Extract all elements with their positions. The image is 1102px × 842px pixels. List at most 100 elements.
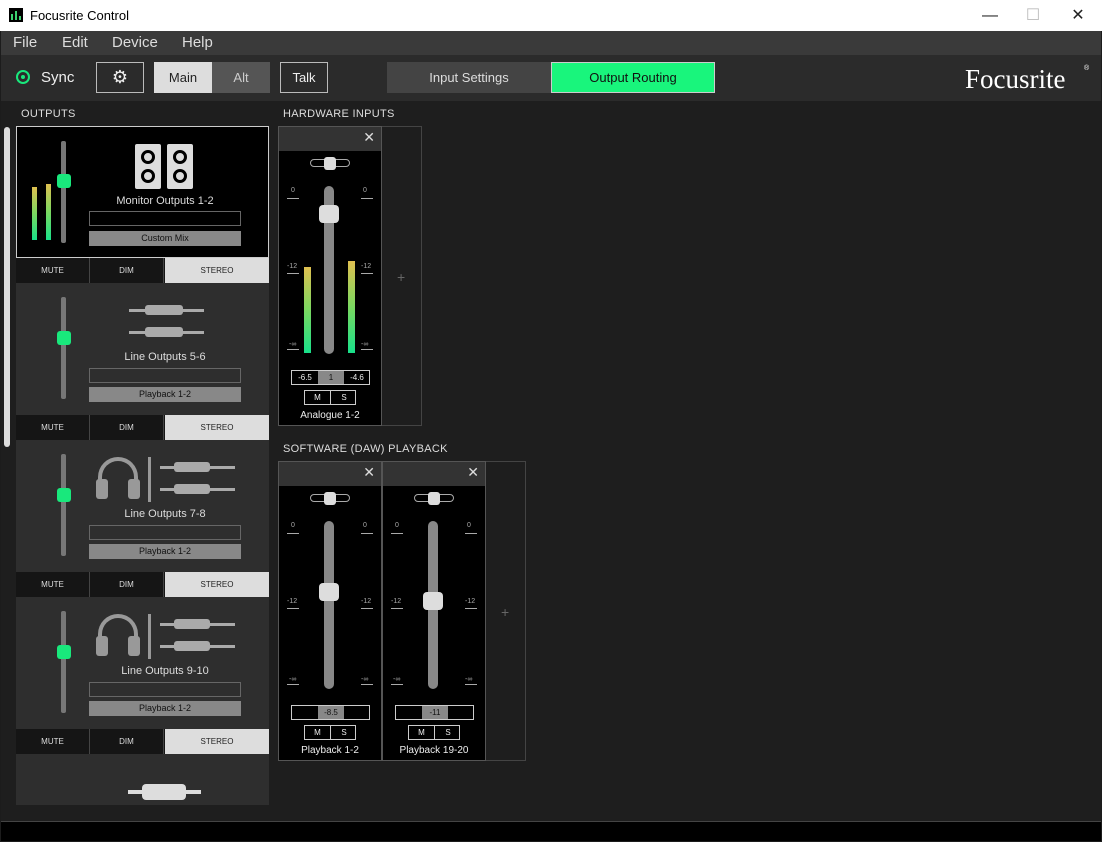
- settings-button[interactable]: ⚙: [96, 62, 144, 93]
- scale-label-bottom: -∞: [289, 341, 297, 348]
- output-name-field[interactable]: [89, 368, 241, 383]
- menu-file[interactable]: File: [13, 34, 37, 51]
- output-source-button[interactable]: Playback 1-2: [89, 387, 241, 402]
- jack-cables-icon: [160, 460, 235, 500]
- dim-button[interactable]: DIM: [90, 572, 164, 597]
- status-bar: [1, 821, 1101, 841]
- close-channel-icon[interactable]: ✕: [363, 464, 375, 481]
- output-name: Line Outputs 7-8: [124, 508, 206, 520]
- output-buttons-line-9-10: MUTE DIM STEREO: [16, 729, 269, 754]
- pan-knob[interactable]: [324, 157, 336, 170]
- jack-cables-icon: [129, 303, 204, 343]
- stereo-button[interactable]: STEREO: [165, 572, 269, 597]
- dim-button[interactable]: DIM: [90, 415, 164, 440]
- output-panel-line-7-8[interactable]: Line Outputs 7-8 Playback 1-2: [16, 440, 269, 572]
- gain-value: -11: [422, 706, 448, 719]
- menu-bar: File Edit Device Help: [1, 31, 1101, 55]
- output-name-field[interactable]: [89, 682, 241, 697]
- tab-output-routing[interactable]: Output Routing: [551, 62, 715, 93]
- gear-icon: ⚙: [111, 67, 129, 87]
- add-channel-icon[interactable]: +: [501, 604, 509, 620]
- output-name: Monitor Outputs 1-2: [116, 195, 214, 207]
- outputs-scrollbar[interactable]: [4, 127, 10, 447]
- mute-button[interactable]: MUTE: [16, 415, 90, 440]
- close-channel-icon[interactable]: ✕: [467, 464, 479, 481]
- scale-label-mid: -12: [361, 263, 372, 270]
- output-volume-knob[interactable]: [57, 488, 71, 502]
- scale-label-mid: -12: [391, 598, 402, 605]
- output-buttons-line-5-6: MUTE DIM STEREO: [16, 415, 269, 440]
- gain-left-value: -6.5: [298, 373, 312, 382]
- talk-button[interactable]: Talk: [280, 62, 328, 93]
- minimize-button[interactable]: —: [967, 0, 1013, 31]
- menu-device[interactable]: Device: [112, 34, 158, 51]
- add-playback-column[interactable]: +: [486, 461, 526, 761]
- main-button[interactable]: Main: [154, 62, 212, 93]
- fader-knob[interactable]: [319, 583, 339, 601]
- playback-channel-19-20: ✕ 0 -12 -∞ 0 -12 -∞ -11 M S Playback 19-…: [382, 461, 486, 761]
- mute-button[interactable]: MUTE: [16, 572, 90, 597]
- menu-edit[interactable]: Edit: [62, 34, 88, 51]
- mute-button[interactable]: M: [305, 391, 331, 404]
- pan-knob[interactable]: [324, 492, 336, 505]
- tab-input-settings[interactable]: Input Settings: [387, 62, 551, 93]
- toolbar: Sync ⚙ Main Alt Talk Input Settings Outp…: [1, 55, 1101, 101]
- dim-button[interactable]: DIM: [90, 258, 164, 283]
- output-panel-line-5-6[interactable]: Line Outputs 5-6 Playback 1-2: [16, 283, 269, 415]
- solo-button[interactable]: S: [435, 726, 461, 739]
- stereo-button[interactable]: STEREO: [165, 415, 269, 440]
- gain-readout: -8.5: [291, 705, 370, 720]
- close-button[interactable]: ✕: [1055, 0, 1101, 31]
- dim-button[interactable]: DIM: [90, 729, 164, 754]
- channel-name: Analogue 1-2: [300, 410, 360, 421]
- menu-help[interactable]: Help: [182, 34, 213, 51]
- fader-knob[interactable]: [423, 592, 443, 610]
- channel-name: Playback 1-2: [301, 745, 359, 756]
- output-volume-track[interactable]: [61, 454, 66, 556]
- channel-header: ✕: [279, 462, 381, 486]
- maximize-button[interactable]: ☐: [1010, 0, 1056, 31]
- output-volume-knob[interactable]: [57, 645, 71, 659]
- gain-value: -8.5: [318, 706, 344, 719]
- mute-button[interactable]: M: [409, 726, 435, 739]
- stereo-button[interactable]: STEREO: [165, 729, 269, 754]
- alt-button[interactable]: Alt: [212, 62, 270, 93]
- output-name: Line Outputs 5-6: [124, 351, 206, 363]
- output-volume-knob[interactable]: [57, 174, 71, 188]
- solo-button[interactable]: S: [331, 726, 357, 739]
- gain-readout: -6.5 1 -4.6: [291, 370, 370, 385]
- output-volume-track[interactable]: [61, 141, 66, 243]
- output-panel-partial[interactable]: [16, 754, 269, 805]
- add-channel-icon[interactable]: +: [397, 269, 405, 285]
- output-volume-track[interactable]: [61, 611, 66, 713]
- solo-button[interactable]: S: [331, 391, 357, 404]
- output-panel-line-9-10[interactable]: Line Outputs 9-10 Playback 1-2: [16, 597, 269, 729]
- mute-button[interactable]: M: [305, 726, 331, 739]
- output-name-field[interactable]: [89, 211, 241, 226]
- output-panel-monitor[interactable]: Monitor Outputs 1-2 Custom Mix: [16, 126, 269, 258]
- gain-readout: -11: [395, 705, 474, 720]
- add-input-column[interactable]: +: [382, 126, 422, 426]
- speakers-icon: [135, 144, 195, 189]
- input-channel-analogue-1-2: ✕ 0 -12 -∞ 0 -12 -∞ -6.5 1 -4.6 M S Anal…: [278, 126, 382, 426]
- fader-knob[interactable]: [319, 205, 339, 223]
- scale-label-top: 0: [291, 522, 295, 529]
- close-channel-icon[interactable]: ✕: [363, 129, 375, 146]
- mute-solo: M S: [408, 725, 460, 740]
- output-source-button[interactable]: Custom Mix: [89, 231, 241, 246]
- output-source-button[interactable]: Playback 1-2: [89, 701, 241, 716]
- scale-label-mid: -12: [287, 598, 298, 605]
- pan-knob[interactable]: [428, 492, 440, 505]
- stereo-button[interactable]: STEREO: [165, 258, 269, 283]
- mute-button[interactable]: MUTE: [16, 729, 90, 754]
- output-meter-left: [32, 187, 37, 240]
- mute-solo: M S: [304, 390, 356, 405]
- fader-track[interactable]: [324, 521, 334, 689]
- mute-button[interactable]: MUTE: [16, 258, 90, 283]
- app-logo-icon: [9, 8, 23, 22]
- output-volume-track[interactable]: [61, 297, 66, 399]
- output-buttons-line-7-8: MUTE DIM STEREO: [16, 572, 269, 597]
- output-volume-knob[interactable]: [57, 331, 71, 345]
- output-source-button[interactable]: Playback 1-2: [89, 544, 241, 559]
- output-name-field[interactable]: [89, 525, 241, 540]
